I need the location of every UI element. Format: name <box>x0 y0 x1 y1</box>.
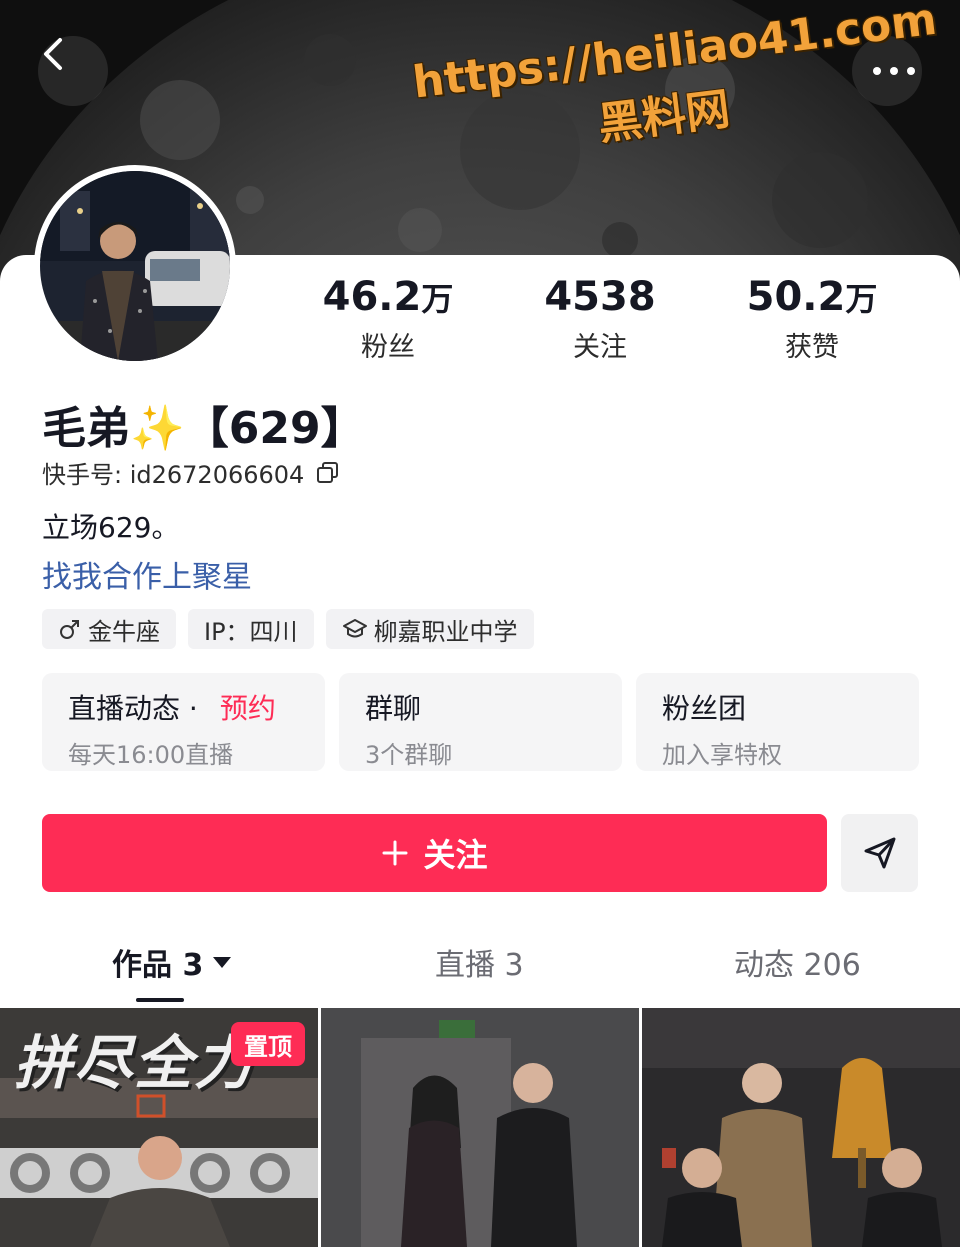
tag-school-text: 柳嘉职业中学 <box>373 617 518 646</box>
group-chat-sub: 3个群聊 <box>365 741 453 769</box>
avatar[interactable] <box>34 165 236 367</box>
profile-id-row: 快手号: id2672066604 <box>42 455 340 490</box>
plus-icon <box>382 840 408 866</box>
thumbnail-image <box>642 1008 960 1247</box>
follow-label: 关注 <box>423 836 488 874</box>
back-button[interactable] <box>38 36 108 106</box>
group-chat-card[interactable]: 群聊 3个群聊 <box>339 673 622 771</box>
avatar-photo <box>40 171 230 361</box>
stat-fans[interactable]: 46.2万 粉丝 <box>288 275 488 364</box>
chevron-left-icon <box>44 38 62 70</box>
profile-tags: 金牛座 IP：四川 柳嘉职业中学 <box>42 609 534 649</box>
tag-ip-text: IP：四川 <box>204 617 298 646</box>
likes-unit: 万 <box>845 280 878 318</box>
work-thumbnail[interactable]: 拼尽全力 置顶 <box>0 1008 318 1247</box>
bio-link[interactable]: 找我合作上聚星 <box>42 552 252 596</box>
share-button[interactable] <box>841 814 918 892</box>
tag-school[interactable]: 柳嘉职业中学 <box>325 609 534 649</box>
dropdown-triangle-icon <box>213 956 232 968</box>
tag-zodiac-text: 金牛座 <box>88 617 160 646</box>
fan-club-sub: 加入享特权 <box>662 741 782 769</box>
thumbnail-image <box>321 1008 639 1247</box>
graduation-cap-icon <box>342 619 367 638</box>
pinned-badge: 置顶 <box>231 1022 305 1066</box>
group-chat-title: 群聊 <box>365 692 422 725</box>
tag-zodiac: 金牛座 <box>42 609 176 649</box>
stat-likes[interactable]: 50.2万 获赞 <box>712 275 912 364</box>
active-tab-indicator <box>136 998 184 1002</box>
works-grid: 拼尽全力 置顶 <box>0 1008 960 1247</box>
fan-club-title: 粉丝团 <box>662 692 747 725</box>
bio-line-1: 立场629。 <box>42 511 180 544</box>
tab-works[interactable]: 作品 3 <box>112 940 232 984</box>
fans-unit: 万 <box>421 280 454 318</box>
live-schedule-card[interactable]: 直播动态 · 预约 每天16:00直播 <box>42 673 325 771</box>
fan-club-card[interactable]: 粉丝团 加入享特权 <box>636 673 919 771</box>
likes-count: 50.2 <box>746 274 846 320</box>
thumbnail-title: 拼尽全力 <box>14 1029 255 1097</box>
following-count: 4538 <box>544 274 656 320</box>
tag-ip: IP：四川 <box>188 609 314 649</box>
live-schedule-sub: 每天16:00直播 <box>68 741 234 769</box>
stat-following[interactable]: 4538 关注 <box>500 275 700 364</box>
content-tabs: 作品 3 直播 3 动态 206 <box>0 940 960 1006</box>
fans-label: 粉丝 <box>361 332 415 363</box>
work-thumbnail[interactable] <box>642 1008 960 1247</box>
fans-count: 46.2 <box>322 274 422 320</box>
tab-live[interactable]: 直播 3 <box>435 940 524 984</box>
following-label: 关注 <box>573 332 627 363</box>
copy-icon[interactable] <box>316 461 340 485</box>
tab-works-label: 作品 3 <box>112 948 204 983</box>
more-dots-icon <box>873 67 915 75</box>
profile-name: 毛弟✨【629】 <box>42 403 365 454</box>
profile-id: 快手号: id2672066604 <box>42 461 305 489</box>
reserve-link[interactable]: 预约 <box>220 692 276 725</box>
live-schedule-title: 直播动态 · <box>68 692 198 725</box>
work-thumbnail[interactable] <box>321 1008 639 1247</box>
follow-button[interactable]: 关注 <box>42 814 827 892</box>
male-icon <box>60 620 79 639</box>
likes-label: 获赞 <box>785 332 839 363</box>
tab-moments[interactable]: 动态 206 <box>734 940 861 984</box>
send-icon <box>864 837 895 869</box>
more-options-button[interactable] <box>852 36 922 106</box>
